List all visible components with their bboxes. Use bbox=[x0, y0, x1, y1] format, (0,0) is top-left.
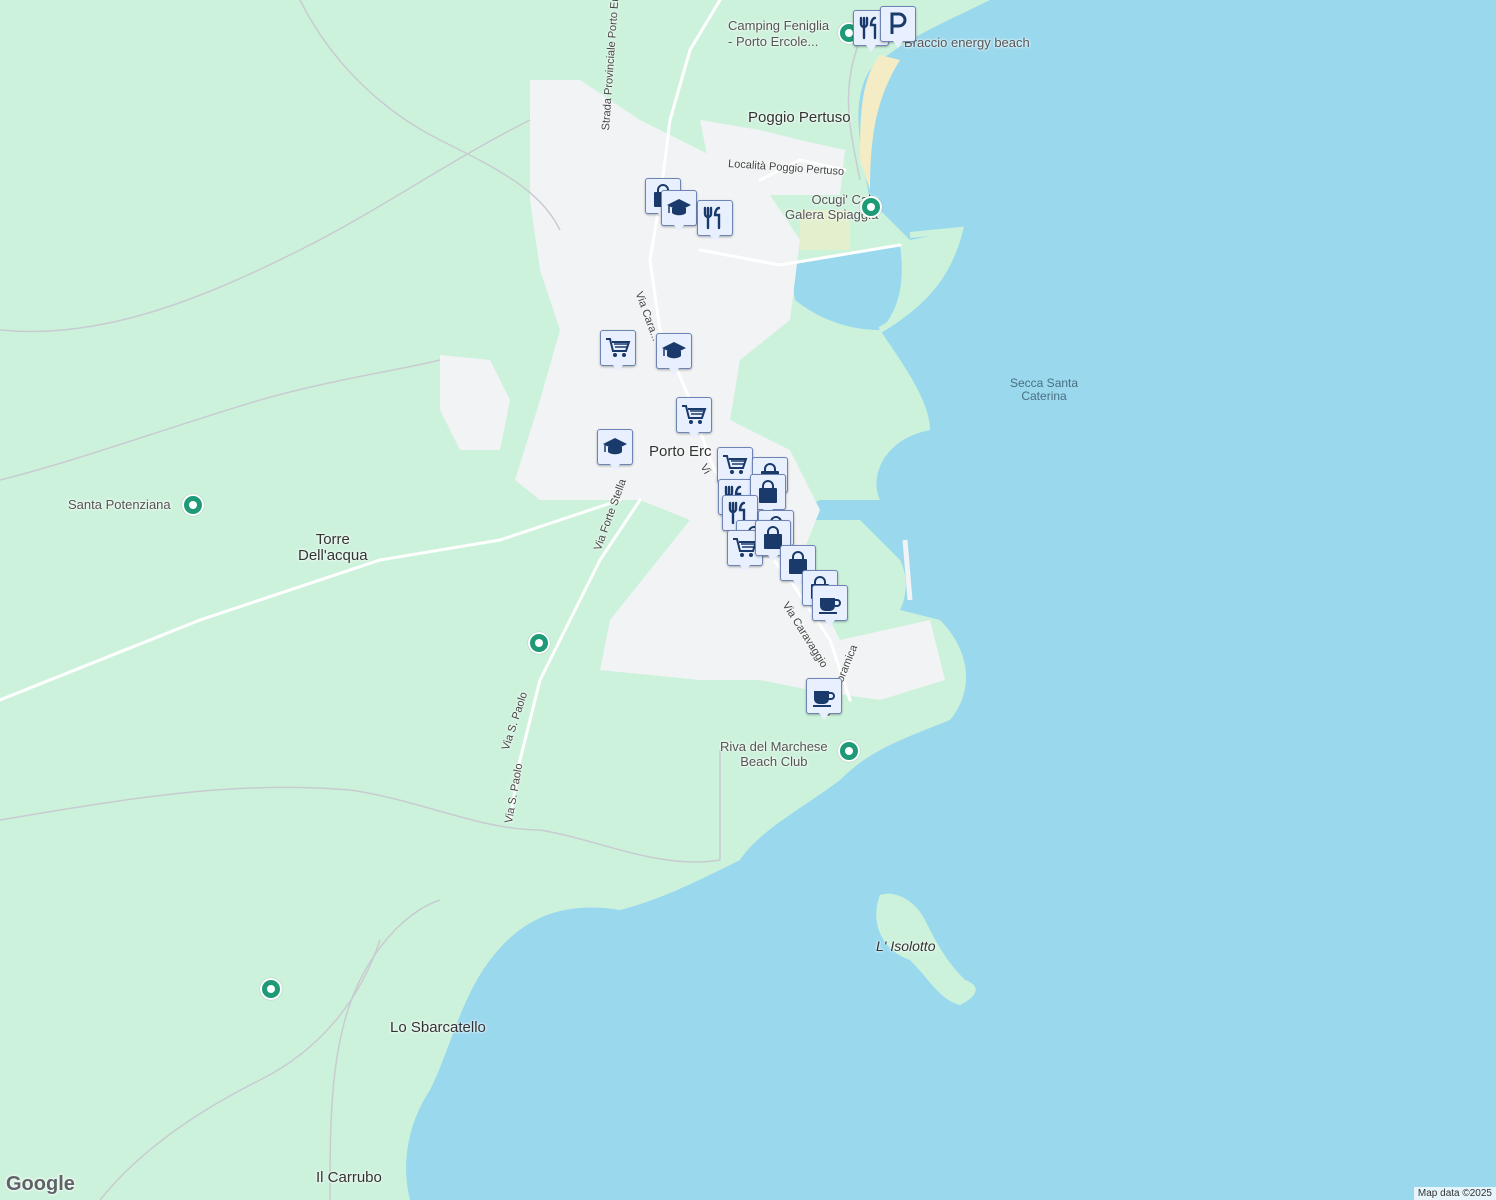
marker-restaurant[interactable] bbox=[697, 200, 733, 242]
marker-coffee[interactable] bbox=[806, 678, 842, 720]
restaurant-icon bbox=[703, 206, 721, 230]
park-poi-icon[interactable] bbox=[182, 494, 204, 516]
label-secca-santa-caterina: Secca Santa Caterina bbox=[1010, 376, 1079, 403]
map-attribution[interactable]: Map data ©2025 bbox=[1413, 1187, 1496, 1200]
marker-shopping-cart[interactable] bbox=[717, 447, 753, 489]
marker-school[interactable] bbox=[661, 190, 697, 232]
shopping-cart-icon bbox=[606, 338, 631, 357]
coffee-icon bbox=[813, 691, 835, 707]
google-logo: Google bbox=[6, 1173, 75, 1195]
beach-club-poi-icon[interactable] bbox=[838, 740, 860, 762]
shopping-cart-icon bbox=[723, 455, 748, 474]
label-braccio-energy-beach[interactable]: Braccio energy beach bbox=[904, 35, 1030, 50]
school-icon bbox=[603, 438, 627, 455]
label-lo-sbarcatello: Lo Sbarcatello bbox=[390, 1019, 486, 1036]
label-camping-feniglia[interactable]: Camping Feniglia - Porto Ercole... bbox=[728, 18, 829, 50]
marker-shopping-cart[interactable] bbox=[600, 330, 636, 372]
map-canvas[interactable]: Camping Feniglia - Porto Ercole... Bracc… bbox=[0, 0, 1496, 1200]
label-porto-ercole: Porto Erc bbox=[649, 443, 712, 460]
parking-icon bbox=[890, 12, 907, 34]
marker-shopping-cart[interactable] bbox=[676, 397, 712, 439]
beach-poi-icon[interactable] bbox=[860, 196, 882, 218]
generic-poi-icon[interactable] bbox=[260, 978, 282, 1000]
label-torre-dellacqua: Torre Dell'acqua bbox=[298, 531, 368, 564]
shopping-cart-icon bbox=[682, 405, 707, 424]
shopping-bag-icon bbox=[759, 480, 777, 503]
map-base-layer bbox=[0, 0, 1496, 1200]
forest-poi-icon[interactable] bbox=[528, 632, 550, 654]
coffee-icon bbox=[819, 598, 841, 614]
label-il-carrubo: Il Carrubo bbox=[316, 1169, 382, 1186]
label-poggio-pertuso: Poggio Pertuso bbox=[748, 109, 851, 126]
label-riva-del-marchese[interactable]: Riva del Marchese Beach Club bbox=[720, 739, 828, 769]
label-santa-potenziana[interactable]: Santa Potenziana bbox=[68, 497, 171, 512]
marker-parking[interactable] bbox=[880, 6, 916, 48]
school-icon bbox=[667, 199, 691, 216]
marker-coffee[interactable] bbox=[812, 585, 848, 627]
label-lisolotto: L' Isolotto bbox=[876, 938, 936, 954]
marker-school[interactable] bbox=[597, 429, 633, 471]
school-icon bbox=[662, 342, 686, 359]
marker-school[interactable] bbox=[656, 333, 692, 375]
